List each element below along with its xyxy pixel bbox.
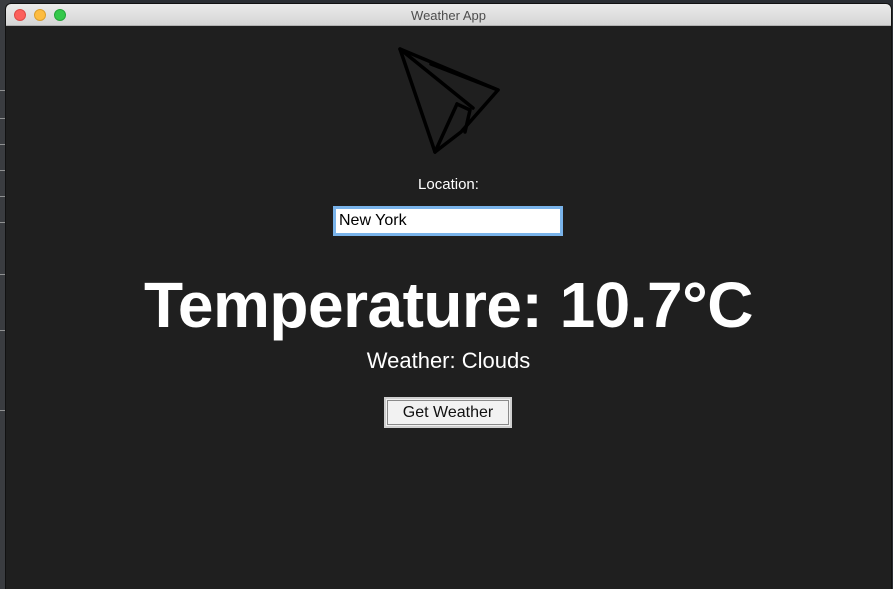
weather-app-window: Weather App Location: Temperature: 10.7°… (6, 4, 891, 589)
weather-condition: Weather: Clouds (366, 348, 531, 373)
paper-plane-icon (398, 47, 500, 154)
title-bar[interactable]: Weather App (6, 4, 891, 26)
location-label: Location: (418, 176, 479, 193)
temperature-display: Temperature: 10.7°C (144, 269, 753, 341)
location-input[interactable] (333, 206, 563, 236)
window-title: Weather App (411, 8, 486, 23)
get-weather-button[interactable]: Get Weather (384, 397, 512, 428)
